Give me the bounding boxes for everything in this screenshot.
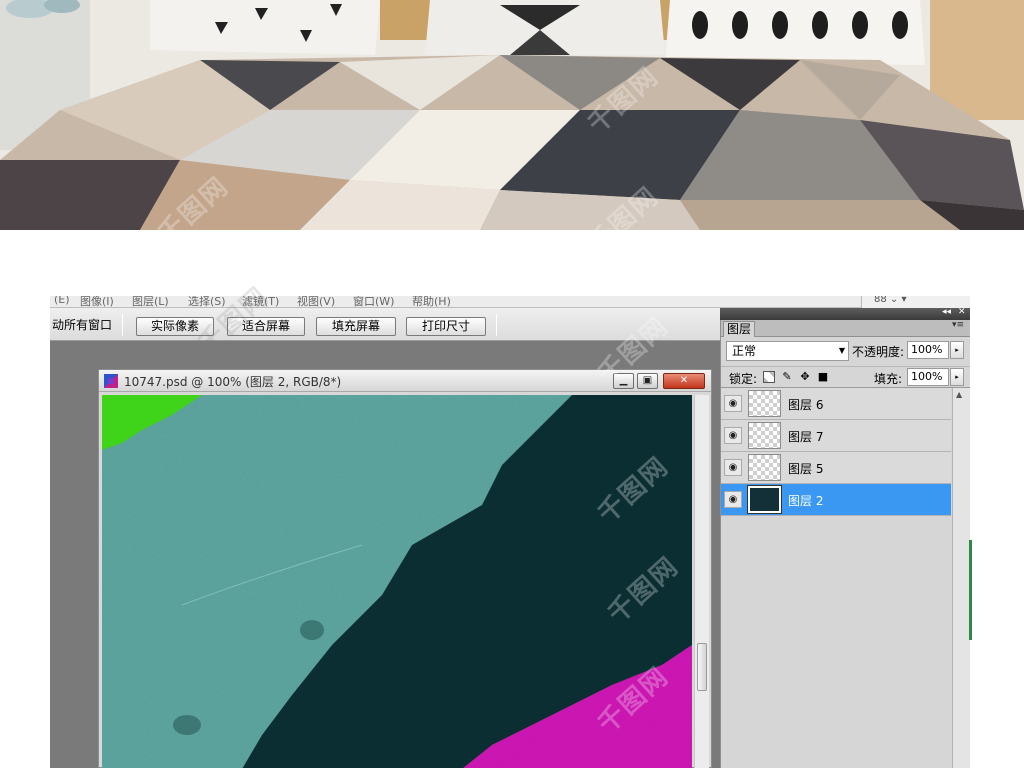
layer-thumbnail (747, 485, 782, 514)
layer-row-2[interactable]: ◉ 图层 2 (721, 484, 951, 516)
collapse-icon[interactable]: ◂◂ (942, 307, 951, 317)
menu-filter[interactable]: 滤镜(T) (242, 296, 279, 307)
fill-screen-button[interactable]: 填充屏幕 (316, 317, 396, 336)
opacity-label: 不透明度: (852, 345, 905, 359)
lock-label: 锁定: (729, 372, 758, 386)
layer-name: 图层 5 (788, 462, 824, 476)
minimize-button[interactable]: ▁ (613, 373, 634, 389)
scroll-up-icon[interactable]: ▲ (956, 390, 962, 399)
menu-layer[interactable]: 图层(L) (132, 296, 169, 307)
layer-name: 图层 7 (788, 430, 824, 444)
document-title-bar[interactable]: 10747.psd @ 100% (图层 2, RGB/8*) ▁ ▣ ✕ (99, 370, 711, 392)
scroll-all-windows-label[interactable]: 动所有窗口 (52, 316, 112, 333)
layer-thumbnail (748, 454, 781, 481)
layer-thumbnail (748, 422, 781, 449)
print-size-button[interactable]: 打印尺寸 (406, 317, 486, 336)
transparency-lock-icon[interactable] (763, 371, 775, 383)
eye-icon[interactable]: ◉ (724, 427, 742, 444)
menu-edit[interactable]: (E) (54, 296, 70, 306)
panel-menu-icon[interactable]: ▾≡ (952, 320, 964, 330)
actual-pixels-button[interactable]: 实际像素 (136, 317, 214, 336)
panel-close-icon[interactable]: ✕ (958, 307, 966, 317)
menu-view[interactable]: 视图(V) (297, 296, 335, 307)
bedding-illustration (0, 0, 1024, 230)
close-button[interactable]: ✕ (663, 373, 705, 389)
menu-select[interactable]: 选择(S) (188, 296, 226, 307)
eye-icon[interactable]: ◉ (724, 459, 742, 476)
lock-row: 锁定: ✎ ✥ ■ 填充: 100% ▸ (721, 366, 970, 388)
document-window: 10747.psd @ 100% (图层 2, RGB/8*) ▁ ▣ ✕ (98, 369, 712, 768)
brush-lock-icon[interactable]: ✎ (781, 371, 793, 383)
maximize-icon: ▣ (642, 375, 653, 386)
menu-window[interactable]: 窗口(W) (353, 296, 394, 307)
document-title: 10747.psd @ 100% (图层 2, RGB/8*) (124, 375, 342, 389)
layers-scrollbar[interactable]: ▲ (952, 388, 970, 768)
move-lock-icon[interactable]: ✥ (799, 371, 811, 383)
fill-field[interactable]: 100% (907, 368, 949, 386)
close-icon: ✕ (679, 375, 689, 386)
layers-panel: 图层 ▾≡ 正常 ▼ 不透明度: 100% ▸ 锁定: ✎ ✥ ■ 填充: 10… (720, 320, 970, 768)
fill-label: 填充: (874, 372, 903, 386)
blend-mode-value: 正常 (732, 344, 757, 358)
menu-image[interactable]: 图像(I) (80, 296, 114, 307)
edge-accent (969, 540, 972, 640)
blend-mode-select[interactable]: 正常 ▼ (726, 341, 849, 361)
maximize-button[interactable]: ▣ (637, 373, 658, 389)
layer-name: 图层 6 (788, 398, 824, 412)
eye-icon[interactable]: ◉ (724, 491, 742, 508)
minimize-icon: ▁ (619, 375, 628, 386)
document-canvas[interactable] (102, 395, 692, 768)
opacity-field[interactable]: 100% (907, 341, 949, 359)
opacity-stepper[interactable]: ▸ (950, 341, 964, 359)
canvas-artwork (102, 395, 692, 768)
menu-bar: (E) 图像(I) 图层(L) 选择(S) 滤镜(T) 视图(V) 窗口(W) … (50, 296, 970, 308)
workspace-icons: 88 ⌄ ▾ (861, 296, 970, 308)
options-bar: 动所有窗口 实际像素 适合屏幕 填充屏幕 打印尺寸 (50, 308, 720, 341)
fill-stepper[interactable]: ▸ (950, 368, 964, 386)
vertical-scrollbar[interactable] (694, 395, 709, 768)
menu-help[interactable]: 帮助(H) (412, 296, 451, 307)
layer-row-5[interactable]: ◉ 图层 5 (721, 452, 951, 484)
bedding-photo (0, 0, 1024, 230)
layer-row-6[interactable]: ◉ 图层 6 (721, 388, 951, 420)
fit-screen-button[interactable]: 适合屏幕 (227, 317, 305, 336)
scroll-thumb[interactable] (697, 643, 707, 691)
psd-file-icon (104, 374, 118, 388)
panel-header-bar: ◂◂ ✕ (720, 307, 970, 320)
layer-thumbnail (748, 390, 781, 417)
layer-row-7[interactable]: ◉ 图层 7 (721, 420, 951, 452)
panel-tab-row: 图层 ▾≡ (721, 320, 970, 337)
workspace-icon-glyphs[interactable]: 88 ⌄ ▾ (874, 296, 906, 305)
tab-layers[interactable]: 图层 (723, 321, 755, 337)
eye-icon[interactable]: ◉ (724, 395, 742, 412)
layer-name: 图层 2 (788, 494, 824, 508)
chevron-down-icon: ▼ (838, 346, 845, 355)
page: (E) 图像(I) 图层(L) 选择(S) 滤镜(T) 视图(V) 窗口(W) … (0, 0, 1024, 768)
options-divider (122, 314, 123, 336)
options-divider (496, 314, 497, 336)
padlock-icon[interactable]: ■ (817, 371, 829, 383)
photoshop-window: (E) 图像(I) 图层(L) 选择(S) 滤镜(T) 视图(V) 窗口(W) … (50, 296, 970, 768)
